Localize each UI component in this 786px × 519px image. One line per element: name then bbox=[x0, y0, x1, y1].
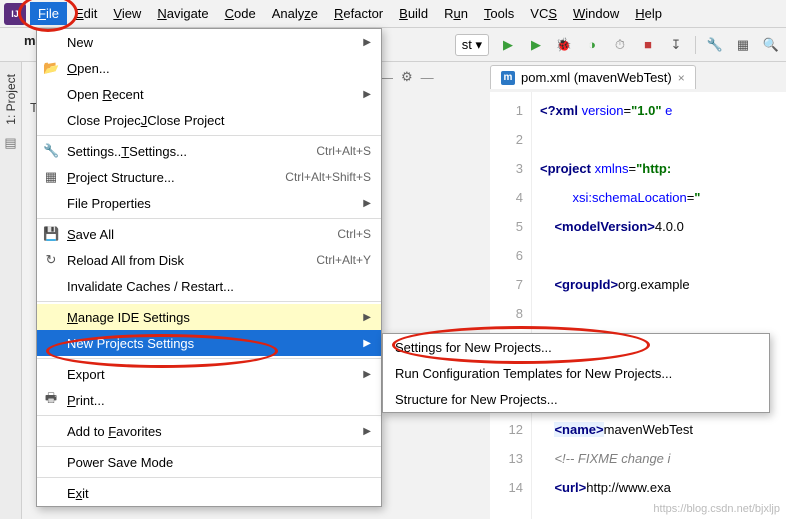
wrench-icon[interactable]: 🔧 bbox=[706, 36, 724, 54]
file-menu-item[interactable]: Close ProjecJClose Project bbox=[37, 107, 381, 133]
project-tool-tab[interactable]: 1: Project bbox=[4, 70, 18, 129]
menu-item-label: Add to Favorites bbox=[67, 424, 162, 439]
menu-help[interactable]: Help bbox=[627, 2, 670, 25]
file-menu-dropdown: New ▶ 📂 Open... Open Recent ▶ Close ProjecJClo… bbox=[36, 28, 382, 507]
gear-icon[interactable]: ⚙ bbox=[401, 69, 413, 85]
editor-tab-pom[interactable]: m pom.xml (mavenWebTest) × bbox=[490, 65, 696, 89]
menu-item-label: Print... bbox=[67, 393, 105, 408]
project-tool-header: — ⚙ — bbox=[380, 62, 440, 92]
menu-item-label: Power Save Mode bbox=[67, 455, 173, 470]
code-area[interactable]: <?xml version="1.0" e <project xmlns="ht… bbox=[532, 92, 786, 519]
menu-item-shortcut: Ctrl+Alt+Shift+S bbox=[285, 170, 371, 184]
search-icon[interactable]: 🔍 bbox=[762, 36, 780, 54]
file-menu-item[interactable]: 💾 Save All Ctrl+S bbox=[37, 221, 381, 247]
menu-refactor[interactable]: Refactor bbox=[326, 2, 391, 25]
menu-file[interactable]: File bbox=[30, 2, 67, 25]
file-menu-item[interactable]: 📂 Open... bbox=[37, 55, 381, 81]
file-menu-item[interactable]: Export ▶ bbox=[37, 361, 381, 387]
file-menu-item[interactable]: 🔧 Settings..TSettings... Ctrl+Alt+S bbox=[37, 138, 381, 164]
submenu-arrow-icon: ▶ bbox=[363, 312, 371, 323]
file-menu-item[interactable]: File Properties ▶ bbox=[37, 190, 381, 216]
maven-file-icon: m bbox=[501, 71, 515, 85]
menu-item-label: Project Structure... bbox=[67, 170, 175, 185]
debug-icon[interactable]: 🐞 bbox=[555, 36, 573, 54]
menu-window[interactable]: Window bbox=[565, 2, 627, 25]
menubar: IJ File Edit View Navigate Code Analyze … bbox=[0, 0, 786, 28]
close-icon[interactable]: × bbox=[678, 71, 685, 85]
menu-item-shortcut: Ctrl+Alt+Y bbox=[316, 253, 371, 267]
menu-analyze[interactable]: Analyze bbox=[264, 2, 326, 25]
file-menu-item[interactable]: Manage IDE Settings ▶ bbox=[37, 304, 381, 330]
menu-item-icon: 🖶 bbox=[43, 389, 59, 411]
submenu-arrow-icon: ▶ bbox=[363, 198, 371, 209]
menu-item-label: Reload All from Disk bbox=[67, 253, 184, 268]
menu-item-label: File Properties bbox=[67, 196, 151, 211]
submenu-arrow-icon: ▶ bbox=[363, 369, 371, 380]
structure-icon[interactable]: ▤ bbox=[4, 135, 16, 151]
code-editor[interactable]: 1234567891011121314 <?xml version="1.0" … bbox=[490, 92, 786, 519]
project-structure-icon[interactable]: ▦ bbox=[734, 36, 752, 54]
menu-item-label: Open... bbox=[67, 61, 110, 76]
submenu-arrow-icon: ▶ bbox=[363, 426, 371, 437]
file-menu-item[interactable]: 🖶 Print... bbox=[37, 387, 381, 413]
menu-edit[interactable]: Edit bbox=[67, 2, 105, 25]
file-menu-item[interactable]: Power Save Mode bbox=[37, 449, 381, 475]
run-icon[interactable]: ▶ bbox=[527, 36, 545, 54]
tool-window-stripe-left: 1: Project ▤ bbox=[0, 62, 22, 519]
menu-item-shortcut: Ctrl+S bbox=[337, 227, 371, 241]
menu-item-label: Exit bbox=[67, 486, 89, 501]
file-menu-item[interactable]: New Projects Settings ▶ bbox=[37, 330, 381, 356]
editor-tab-label: pom.xml (mavenWebTest) bbox=[521, 70, 672, 85]
menu-build[interactable]: Build bbox=[391, 2, 436, 25]
coverage-icon[interactable]: ◑ bbox=[583, 36, 601, 54]
menu-item-label: Invalidate Caches / Restart... bbox=[67, 279, 234, 294]
menu-item-label: New bbox=[67, 35, 93, 50]
hammer-icon[interactable]: ▶ bbox=[499, 36, 517, 54]
menu-item-label: Export bbox=[67, 367, 105, 382]
menu-tools[interactable]: Tools bbox=[476, 2, 522, 25]
file-menu-item[interactable]: Open Recent ▶ bbox=[37, 81, 381, 107]
menu-item-icon: 🔧 bbox=[43, 143, 59, 159]
menu-run[interactable]: Run bbox=[436, 2, 476, 25]
watermark: https://blog.csdn.net/bjxljp bbox=[653, 503, 780, 515]
menu-code[interactable]: Code bbox=[217, 2, 264, 25]
stop-icon[interactable]: ■ bbox=[639, 36, 657, 54]
menu-item-icon: ↻ bbox=[43, 252, 59, 268]
editor-tabs: m pom.xml (mavenWebTest) × bbox=[490, 62, 696, 92]
file-menu-item[interactable]: ↻ Reload All from Disk Ctrl+Alt+Y bbox=[37, 247, 381, 273]
menu-item-label: Save All bbox=[67, 227, 114, 242]
menu-navigate[interactable]: Navigate bbox=[149, 2, 216, 25]
menu-item-label: New Projects Settings bbox=[67, 336, 194, 351]
submenu-arrow-icon: ▶ bbox=[363, 37, 371, 48]
menu-view[interactable]: View bbox=[105, 2, 149, 25]
menu-item-shortcut: Ctrl+Alt+S bbox=[316, 144, 371, 158]
submenu-item[interactable]: Run Configuration Templates for New Proj… bbox=[383, 360, 769, 386]
ide-logo-icon: IJ bbox=[4, 3, 26, 25]
menu-item-icon: 💾 bbox=[43, 226, 59, 242]
vcs-update-icon[interactable]: ↧ bbox=[667, 36, 685, 54]
menu-item-label: Settings..TSettings... bbox=[67, 144, 187, 159]
menu-item-label: Manage IDE Settings bbox=[67, 310, 190, 325]
file-menu-item[interactable]: Add to Favorites ▶ bbox=[37, 418, 381, 444]
submenu-arrow-icon: ▶ bbox=[363, 89, 371, 100]
run-config-combo[interactable]: st ▾ bbox=[455, 34, 489, 56]
file-menu-item[interactable]: ▦ Project Structure... Ctrl+Alt+Shift+S bbox=[37, 164, 381, 190]
menu-item-label: Open Recent bbox=[67, 87, 144, 102]
new-projects-settings-submenu: Settings for New Projects...Run Configur… bbox=[382, 333, 770, 413]
menu-item-icon: ▦ bbox=[43, 169, 59, 185]
menu-item-label: Close ProjecJClose Project bbox=[67, 113, 225, 128]
menu-item-icon: 📂 bbox=[43, 60, 59, 76]
submenu-arrow-icon: ▶ bbox=[363, 338, 371, 349]
submenu-item[interactable]: Structure for New Projects... bbox=[383, 386, 769, 412]
file-menu-item[interactable]: New ▶ bbox=[37, 29, 381, 55]
hide-icon[interactable]: — bbox=[421, 70, 434, 85]
file-menu-item[interactable]: Invalidate Caches / Restart... bbox=[37, 273, 381, 299]
line-gutter: 1234567891011121314 bbox=[490, 92, 532, 519]
submenu-item[interactable]: Settings for New Projects... bbox=[383, 334, 769, 360]
profile-icon[interactable]: ⏱ bbox=[611, 36, 629, 54]
menu-vcs[interactable]: VCS bbox=[522, 2, 565, 25]
file-menu-item[interactable]: Exit bbox=[37, 480, 381, 506]
